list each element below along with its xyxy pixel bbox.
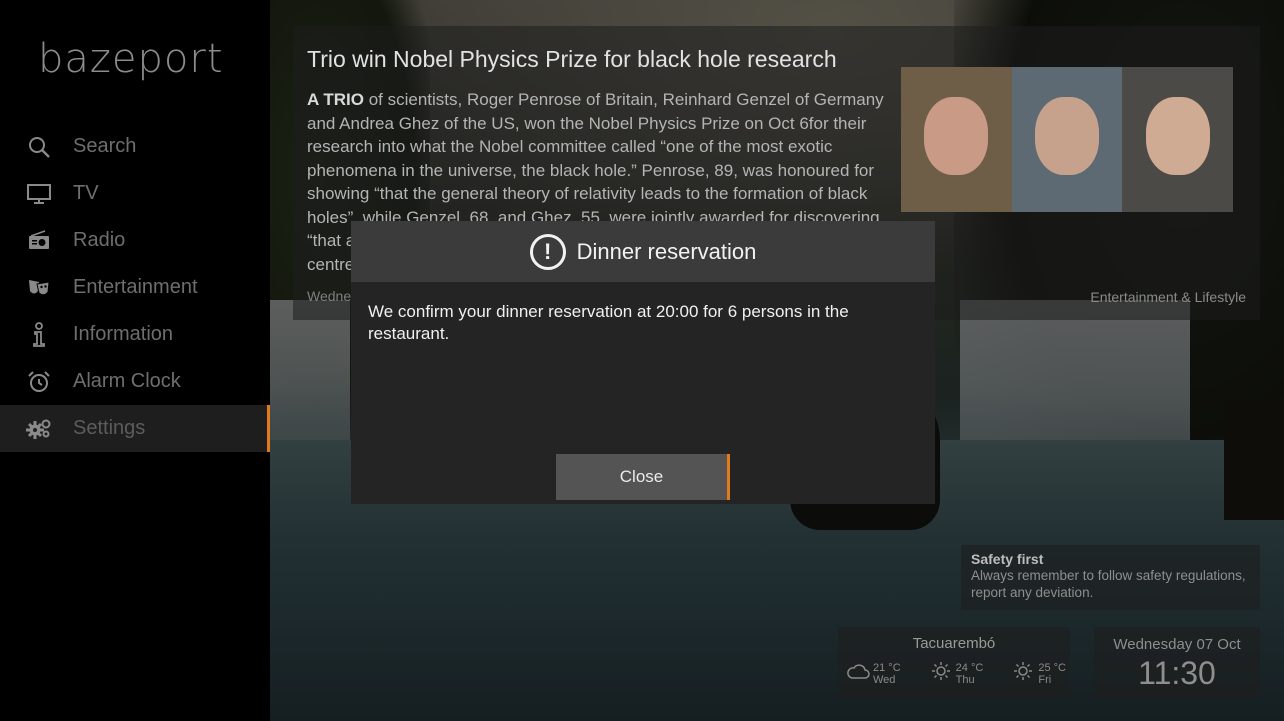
tv-icon <box>24 179 54 209</box>
portrait-photo <box>901 67 1012 212</box>
cloud-icon <box>846 662 870 686</box>
forecast-day: 21 °C Wed <box>846 661 901 687</box>
search-icon <box>24 132 54 162</box>
forecast-day-label: Wed <box>873 674 896 686</box>
sidebar-item-settings[interactable]: Settings <box>0 405 270 452</box>
sun-icon <box>929 661 953 687</box>
clock-time: 11:30 <box>1138 655 1216 691</box>
safety-notice: Safety first Always remember to follow s… <box>961 545 1260 610</box>
sidebar-item-search[interactable]: Search <box>0 123 270 170</box>
sidebar-item-label: Information <box>73 323 174 345</box>
news-photo <box>901 67 1234 212</box>
safety-text: Always remember to follow safety regulat… <box>971 568 1246 600</box>
sidebar: bazeport Search TV Radio Entertainment I… <box>0 0 270 721</box>
dialog-title: Dinner reservation <box>576 238 757 264</box>
sidebar-item-label: TV <box>73 182 99 204</box>
sidebar-item-information[interactable]: Information <box>0 311 270 358</box>
dialog-message: We confirm your dinner reservation at 20… <box>368 302 849 343</box>
forecast-day: 24 °C Thu <box>929 661 984 687</box>
main-menu: Search TV Radio Entertainment Informatio… <box>0 123 270 452</box>
dialog-header: ! Dinner reservation <box>351 221 935 282</box>
sidebar-item-label: Alarm Clock <box>73 370 181 392</box>
sidebar-item-radio[interactable]: Radio <box>0 217 270 264</box>
portrait-photo <box>1011 67 1123 212</box>
news-lead: A TRIO <box>307 90 364 109</box>
forecast-temp: 25 °C <box>1038 662 1066 674</box>
sidebar-item-label: Search <box>73 135 137 157</box>
safety-title: Safety first <box>971 551 1044 567</box>
sidebar-item-tv[interactable]: TV <box>0 170 270 217</box>
brand-logo: bazeport <box>38 36 224 82</box>
sidebar-item-entertainment[interactable]: Entertainment <box>0 264 270 311</box>
portrait-photo <box>1122 67 1234 212</box>
sidebar-item-alarm-clock[interactable]: Alarm Clock <box>0 358 270 405</box>
theater-masks-icon <box>24 273 54 303</box>
weather-widget[interactable]: Tacuarembó 21 °C Wed 24 °C Thu 25 °C Fri <box>838 627 1070 699</box>
reservation-dialog: ! Dinner reservation We confirm your din… <box>351 221 935 504</box>
alarm-clock-icon <box>24 367 54 397</box>
forecast-day-label: Fri <box>1038 674 1052 686</box>
sidebar-item-label: Radio <box>73 229 126 251</box>
radio-icon <box>24 226 54 256</box>
gears-icon <box>24 414 54 444</box>
forecast-temp: 24 °C <box>955 662 984 674</box>
alert-icon: ! <box>529 233 566 270</box>
news-category: Entertainment & Lifestyle <box>1090 289 1246 305</box>
forecast-day: 25 °C Fri <box>1011 661 1066 687</box>
close-button[interactable]: Close <box>556 454 730 500</box>
weather-forecast: 21 °C Wed 24 °C Thu 25 °C Fri <box>846 661 1066 687</box>
sidebar-item-label: Settings <box>73 417 146 439</box>
info-icon <box>24 320 54 350</box>
news-title: Trio win Nobel Physics Prize for black h… <box>307 46 837 72</box>
clock-widget: Wednesday 07 Oct 11:30 <box>1094 627 1260 699</box>
weather-city: Tacuarembó <box>912 635 996 652</box>
clock-date: Wednesday 07 Oct <box>1113 636 1241 653</box>
sidebar-item-label: Entertainment <box>73 276 198 298</box>
forecast-temp: 21 °C <box>873 662 901 674</box>
sun-icon <box>1011 661 1035 687</box>
forecast-day-label: Thu <box>955 674 975 686</box>
